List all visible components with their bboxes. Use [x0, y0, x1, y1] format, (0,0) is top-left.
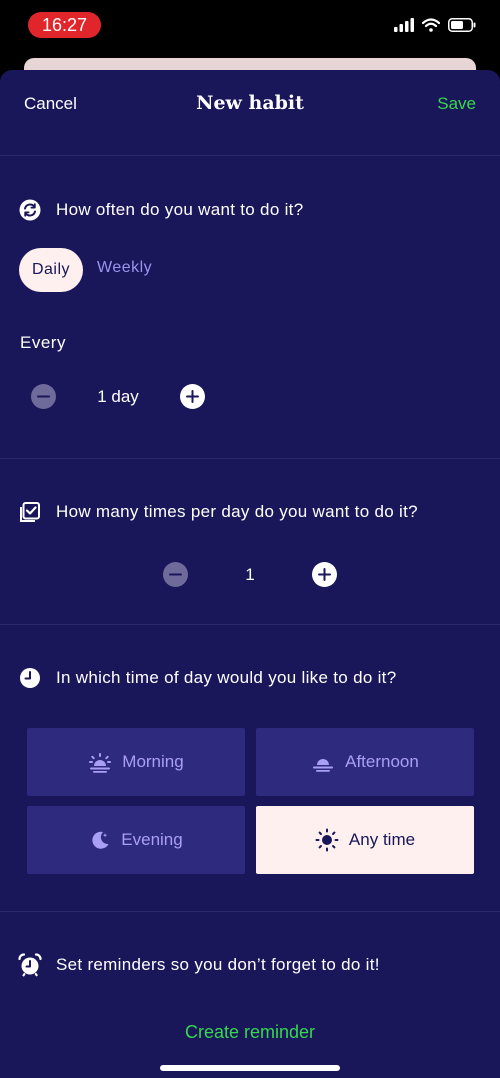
divider — [0, 458, 500, 459]
checkbox-icon — [18, 500, 42, 524]
divider — [0, 911, 500, 912]
clock-icon — [18, 666, 42, 690]
nav-bar: Cancel New habit Save — [0, 70, 500, 156]
status-time: 16:27 — [28, 12, 101, 38]
time-of-day-afternoon[interactable]: Afternoon — [256, 728, 474, 796]
minus-icon — [37, 395, 50, 398]
status-icons — [394, 14, 476, 36]
new-habit-sheet: Cancel New habit Save How often do you w… — [0, 70, 500, 1078]
reminders-heading-text: Set reminders so you don’t forget to do … — [56, 955, 380, 974]
divider — [0, 624, 500, 625]
cellular-signal-icon — [394, 18, 414, 32]
time-of-day-any-time-label: Any time — [348, 830, 416, 849]
plus-icon — [186, 390, 199, 403]
create-reminder-button[interactable]: Create reminder — [0, 1022, 500, 1043]
times-increment-button[interactable] — [312, 562, 337, 587]
every-value: 1 day — [97, 387, 139, 406]
battery-icon — [448, 18, 476, 32]
frequency-heading: How often do you want to do it? — [18, 198, 303, 222]
sunset-icon — [313, 759, 334, 772]
every-label: Every — [20, 333, 66, 352]
time-of-day-evening-label: Evening — [121, 830, 183, 849]
wifi-icon — [422, 18, 440, 32]
sun-icon — [315, 828, 339, 852]
sunrise-icon — [89, 753, 112, 773]
save-button[interactable]: Save — [437, 94, 476, 114]
frequency-heading-text: How often do you want to do it? — [56, 200, 304, 219]
moon-icon — [92, 831, 109, 849]
times-decrement-button[interactable] — [163, 562, 188, 587]
time-of-day-morning[interactable]: Morning — [27, 728, 245, 796]
repeat-icon — [18, 198, 42, 222]
status-bar: 16:27 — [0, 0, 500, 56]
reminders-heading: Set reminders so you don’t forget to do … — [18, 953, 380, 977]
plus-icon — [318, 568, 331, 581]
home-indicator — [160, 1065, 340, 1071]
times-per-day-heading-text: How many times per day do you want to do… — [56, 502, 418, 521]
every-increment-button[interactable] — [180, 384, 205, 409]
time-of-day-morning-label: Morning — [122, 752, 184, 771]
minus-icon — [169, 573, 182, 576]
frequency-daily-chip[interactable]: Daily — [19, 248, 83, 292]
divider — [0, 155, 500, 156]
time-of-day-heading-text: In which time of day would you like to d… — [56, 668, 397, 687]
alarm-clock-icon — [18, 953, 42, 977]
frequency-weekly-chip[interactable]: Weekly — [97, 259, 152, 277]
every-decrement-button[interactable] — [31, 384, 56, 409]
time-of-day-heading: In which time of day would you like to d… — [18, 666, 396, 690]
time-of-day-afternoon-label: Afternoon — [345, 752, 419, 771]
page-title: New habit — [196, 92, 304, 114]
times-per-day-heading: How many times per day do you want to do… — [18, 500, 418, 524]
time-of-day-any-time[interactable]: Any time — [256, 806, 474, 874]
time-of-day-evening[interactable]: Evening — [27, 806, 245, 874]
times-value: 1 — [245, 565, 255, 584]
